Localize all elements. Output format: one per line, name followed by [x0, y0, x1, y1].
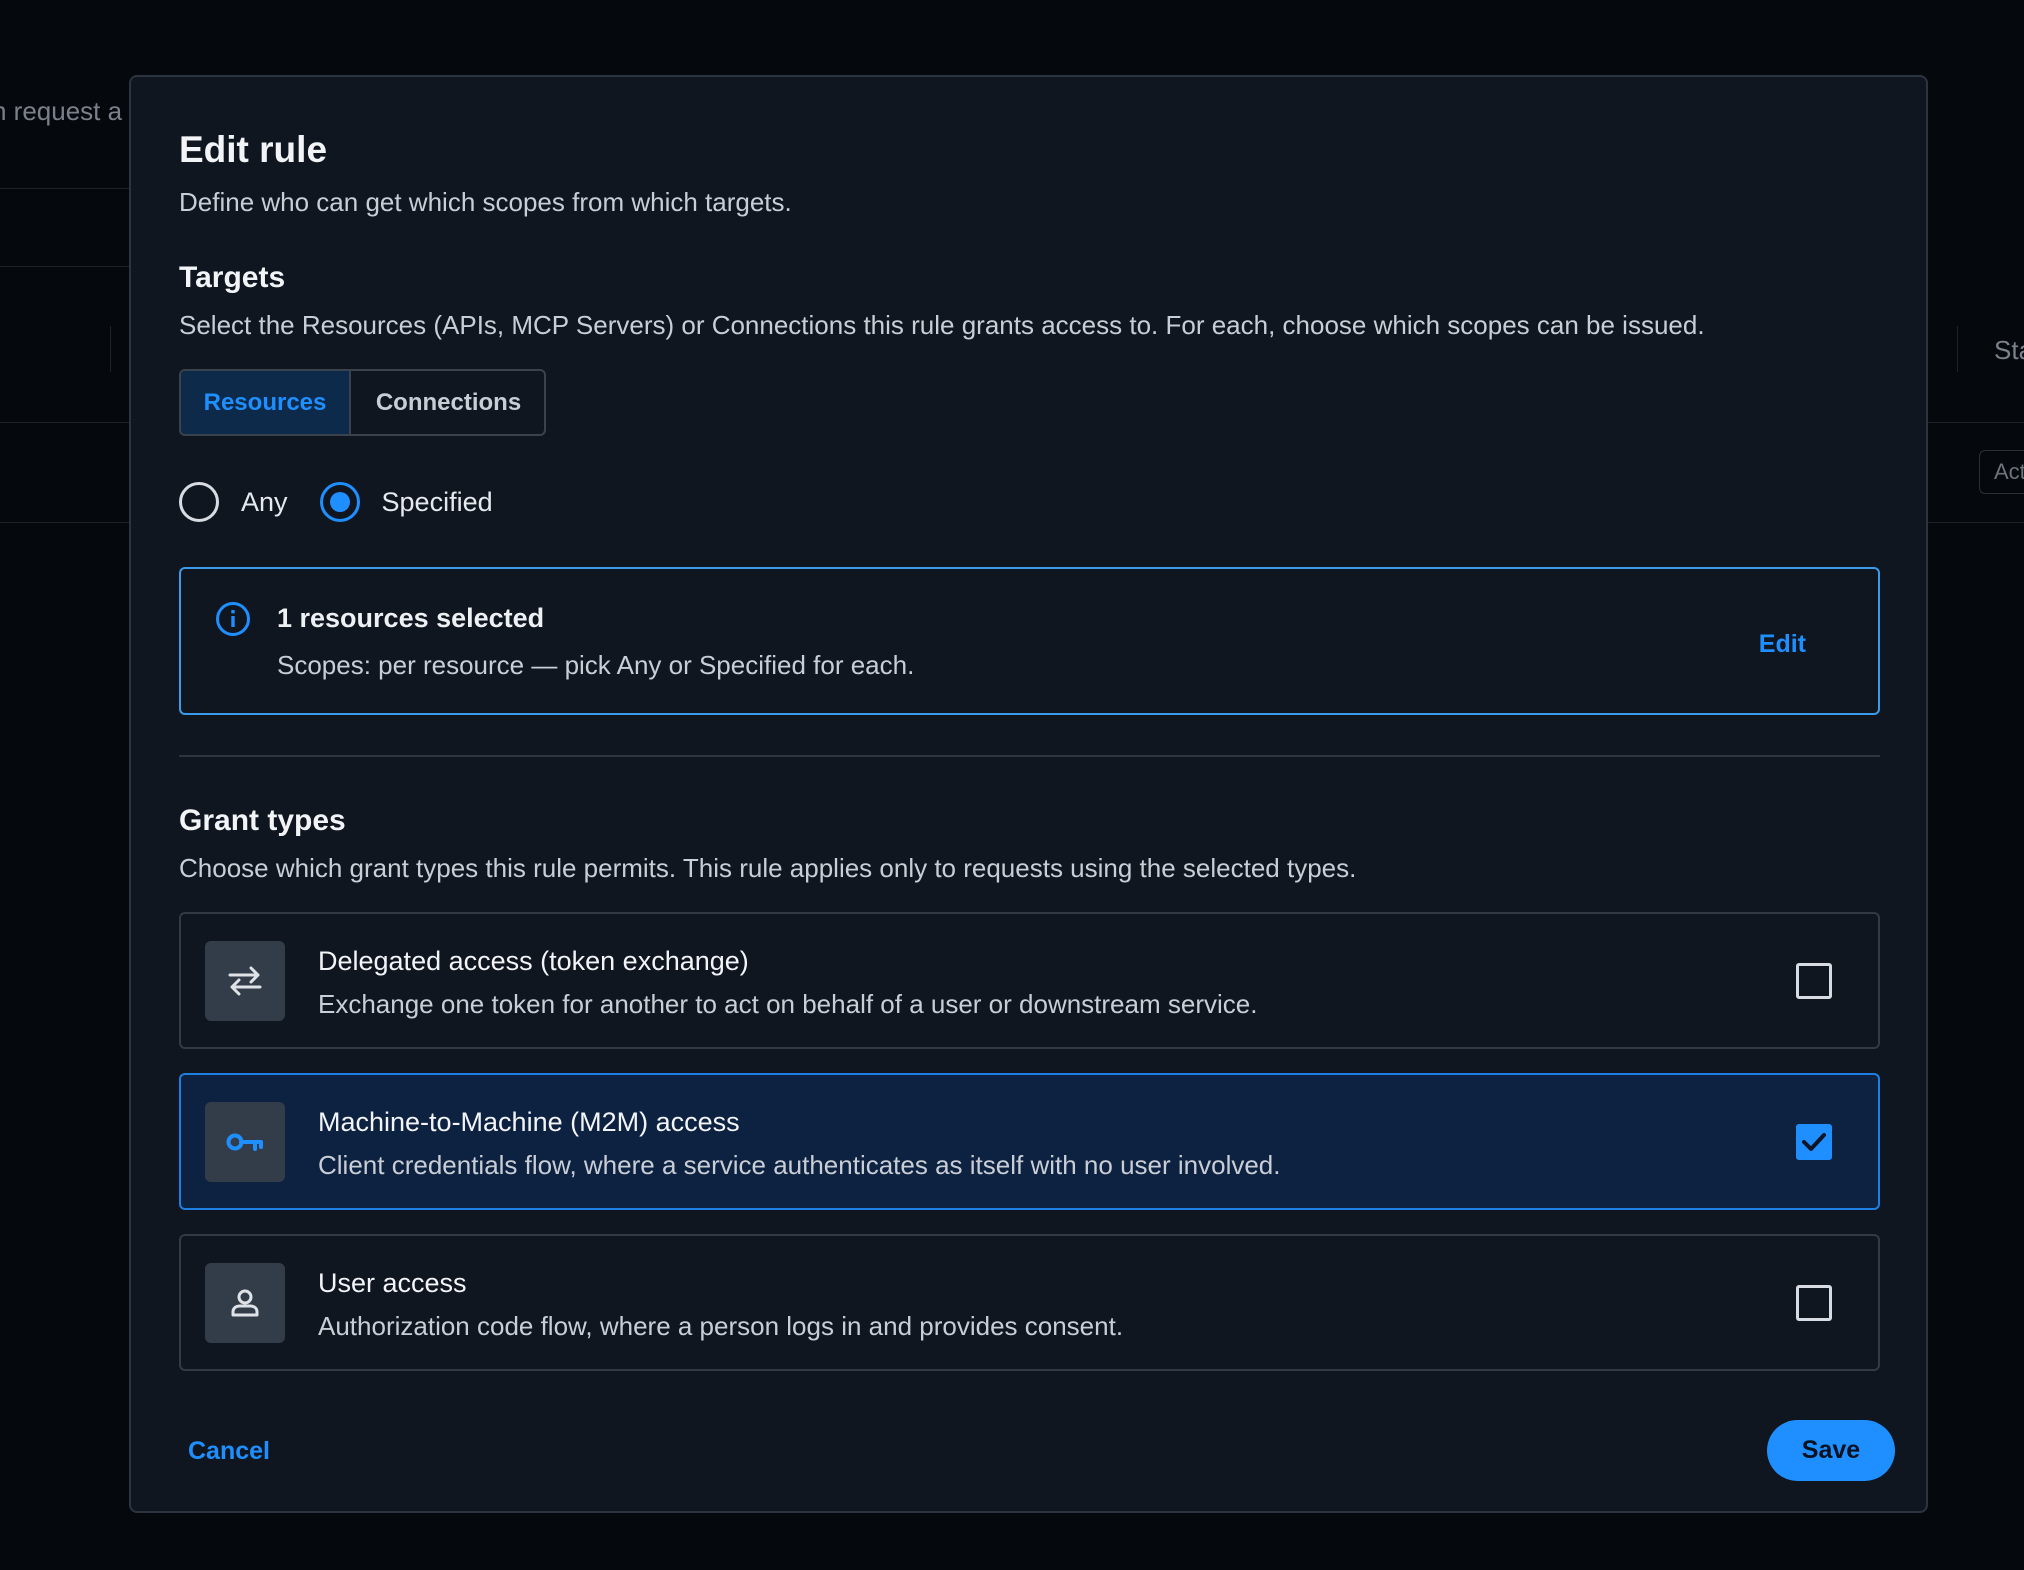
- radio-any-label[interactable]: Any: [241, 487, 288, 518]
- targets-heading: Targets: [179, 261, 286, 294]
- user-icon: [205, 1263, 285, 1343]
- grant-option-description: Authorization code flow, where a person …: [318, 1311, 1124, 1341]
- grant-option-title: User access: [318, 1268, 467, 1298]
- grant-option-delegated[interactable]: Delegated access (token exchange) Exchan…: [179, 912, 1880, 1049]
- dialog-subtitle: Define who can get which scopes from whi…: [179, 187, 792, 217]
- target-scope-radio-group: Any Specified: [179, 482, 525, 522]
- delegated-checkbox[interactable]: [1796, 963, 1832, 999]
- m2m-checkbox[interactable]: [1796, 1124, 1832, 1160]
- radio-specified-label[interactable]: Specified: [382, 487, 493, 518]
- checkmark-icon: [1802, 1133, 1826, 1151]
- user-access-checkbox[interactable]: [1796, 1285, 1832, 1321]
- grant-option-m2m[interactable]: Machine-to-Machine (M2M) access Client c…: [179, 1073, 1880, 1210]
- grant-types-heading: Grant types: [179, 804, 346, 837]
- save-button[interactable]: Save: [1767, 1420, 1895, 1481]
- grant-option-user[interactable]: User access Authorization code flow, whe…: [179, 1234, 1880, 1371]
- grant-option-title: Delegated access (token exchange): [318, 946, 749, 976]
- dialog-title: Edit rule: [179, 129, 328, 170]
- cancel-button[interactable]: Cancel: [188, 1437, 270, 1466]
- swap-arrows-icon: [205, 941, 285, 1021]
- target-type-tabs: Resources Connections: [179, 369, 546, 436]
- background-column-header: Sta: [1994, 335, 2024, 365]
- tab-resources[interactable]: Resources: [181, 371, 351, 434]
- selected-resources-summary: 1 resources selected Scopes: per resourc…: [179, 567, 1880, 715]
- background-divider: [0, 266, 129, 267]
- background-divider: [1957, 326, 1958, 372]
- background-text: n request a: [0, 96, 123, 126]
- background-action-button[interactable]: Act: [1979, 450, 2024, 494]
- section-divider: [179, 755, 1880, 757]
- background-divider: [0, 522, 129, 523]
- tab-connections[interactable]: Connections: [351, 371, 544, 434]
- background-divider: [0, 188, 129, 189]
- radio-specified[interactable]: [319, 482, 360, 522]
- edit-resources-link[interactable]: Edit: [1759, 630, 1806, 659]
- scopes-hint-text: Scopes: per resource — pick Any or Speci…: [277, 650, 915, 680]
- background-divider: [0, 422, 129, 423]
- background-divider: [1928, 522, 2024, 523]
- targets-description: Select the Resources (APIs, MCP Servers)…: [179, 310, 1705, 340]
- radio-any[interactable]: [179, 482, 219, 522]
- background-divider: [1928, 422, 2024, 423]
- edit-rule-dialog: Edit rule Define who can get which scope…: [129, 75, 1928, 1513]
- selected-count-text: 1 resources selected: [277, 603, 545, 633]
- grant-option-description: Client credentials flow, where a service…: [318, 1150, 1281, 1180]
- grant-option-description: Exchange one token for another to act on…: [318, 989, 1258, 1019]
- info-icon: [216, 602, 250, 636]
- grant-types-description: Choose which grant types this rule permi…: [179, 853, 1357, 883]
- background-divider: [110, 326, 111, 372]
- grant-option-title: Machine-to-Machine (M2M) access: [318, 1107, 740, 1137]
- key-icon: [205, 1102, 285, 1182]
